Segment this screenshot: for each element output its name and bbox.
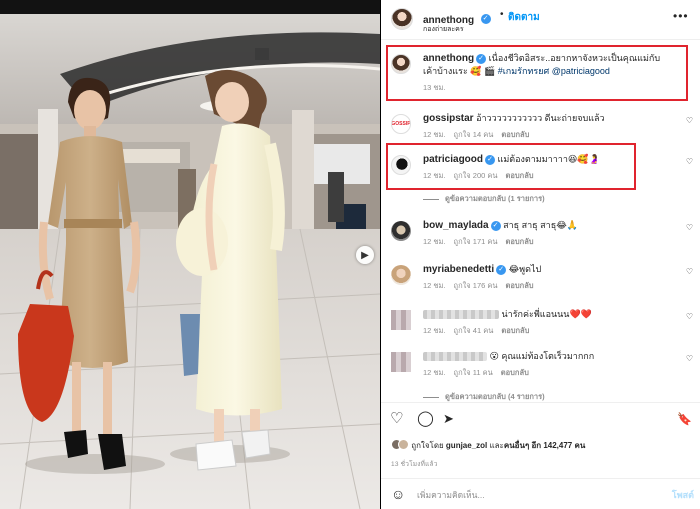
avatar[interactable]: GOSSIP bbox=[391, 114, 411, 134]
comment-text: สาธุ สาธุ สาธุ😂🙏 bbox=[500, 220, 578, 230]
liker-avatars[interactable] bbox=[391, 439, 409, 452]
separator-dot: • bbox=[500, 9, 504, 20]
add-comment-bar: ☺ โพสต์ bbox=[381, 478, 700, 509]
reply-button[interactable]: ตอบกลับ bbox=[506, 281, 534, 290]
post-comment-button[interactable]: โพสต์ bbox=[672, 488, 694, 502]
view-replies-button[interactable]: ดูข้อความตอบกลับ (1 รายการ) bbox=[423, 193, 545, 205]
like-comment-heart-icon[interactable]: ♡ bbox=[686, 157, 693, 166]
comment-username[interactable]: bow_maylada bbox=[423, 220, 489, 231]
like-comment-heart-icon[interactable]: ♡ bbox=[686, 223, 693, 232]
comment-username[interactable]: myriabenedetti bbox=[423, 264, 494, 275]
comment-time[interactable]: 12 ชม. bbox=[423, 368, 446, 377]
avatar-logo-text: GOSSIP bbox=[391, 121, 411, 127]
post-header: annethong ✓ • ติดตาม กองถ่ายละคร ••• bbox=[381, 0, 700, 40]
reply-button[interactable]: ตอบกลับ bbox=[506, 237, 534, 246]
avatar[interactable] bbox=[391, 8, 413, 30]
like-comment-heart-icon[interactable]: ♡ bbox=[686, 116, 693, 125]
verified-badge-icon: ✓ bbox=[496, 264, 507, 275]
avatar-blurred[interactable] bbox=[391, 310, 411, 330]
comments-list[interactable]: annethong ✓ เนื่องชีวิตอิสระ..อยากหาจังหว… bbox=[381, 40, 700, 402]
avatar-blurred[interactable] bbox=[391, 352, 411, 372]
other-likers-link[interactable]: คนอื่นๆ อีก 142,477 คน bbox=[504, 441, 585, 450]
avatar[interactable] bbox=[391, 265, 411, 285]
comment-likes[interactable]: ถูกใจ 176 คน bbox=[454, 281, 498, 290]
comment-text: น่ารักค่ะพี่แอนนน❤️❤️ bbox=[499, 309, 592, 319]
comment-time[interactable]: 12 ชม. bbox=[423, 130, 446, 139]
avatar[interactable] bbox=[391, 221, 411, 241]
post-actions: ♡ ◯ ➤ 🔖 ถูกใจโดย gunjae_zol และคนอื่นๆ อ… bbox=[381, 402, 700, 478]
emoji-icon[interactable]: ☺ bbox=[391, 486, 405, 502]
comment-time[interactable]: 12 ชม. bbox=[423, 326, 446, 335]
like-comment-heart-icon[interactable]: ♡ bbox=[686, 312, 693, 321]
comment-likes[interactable]: ถูกใจ 14 คน bbox=[454, 130, 494, 139]
more-options-icon[interactable]: ••• bbox=[673, 9, 689, 23]
verified-badge-icon: ✓ bbox=[480, 13, 491, 24]
comment-likes[interactable]: ถูกใจ 41 คน bbox=[454, 326, 494, 335]
comment-input[interactable] bbox=[417, 487, 657, 503]
like-comment-heart-icon[interactable]: ♡ bbox=[686, 267, 693, 276]
instagram-post-view: ▶ annethong ✓ • ติดตาม กองถ่ายละคร ••• a… bbox=[0, 0, 700, 509]
comment-username[interactable]: gossipstar bbox=[423, 113, 474, 124]
reply-button[interactable]: ตอบกลับ bbox=[501, 326, 529, 335]
comment-text: อ้าววววววววววว ดีนะถ่ายจบแล้ว bbox=[473, 113, 605, 123]
post-photo: ▶ bbox=[0, 0, 380, 509]
like-comment-heart-icon[interactable]: ♡ bbox=[686, 354, 693, 363]
follow-button[interactable]: ติดตาม bbox=[508, 10, 540, 25]
reply-button[interactable]: ตอบกลับ bbox=[501, 368, 529, 377]
carousel-next-button[interactable]: ▶ bbox=[356, 246, 374, 264]
comment-time[interactable]: 12 ชม. bbox=[423, 237, 446, 246]
comment-text: 😮 คุณแม่ท้องโตเร็วมากกก bbox=[487, 351, 595, 361]
share-send-icon[interactable]: ➤ bbox=[443, 411, 454, 427]
comment-likes[interactable]: ถูกใจ 11 คน bbox=[454, 368, 493, 377]
likes-middle: และ bbox=[487, 441, 504, 450]
post-details-panel: annethong ✓ • ติดตาม กองถ่ายละคร ••• ann… bbox=[381, 0, 700, 509]
save-bookmark-icon[interactable]: 🔖 bbox=[677, 411, 692, 427]
comment-time[interactable]: 12 ชม. bbox=[423, 281, 446, 290]
highlight-box-caption bbox=[386, 45, 688, 101]
blurred-username bbox=[423, 310, 499, 320]
like-heart-icon[interactable]: ♡ bbox=[390, 411, 403, 427]
first-liker-username[interactable]: gunjae_zol bbox=[446, 441, 487, 450]
post-timestamp[interactable]: 13 ชั่วโมงที่แล้ว bbox=[391, 459, 438, 469]
likes-summary: ถูกใจโดย gunjae_zol และคนอื่นๆ อีก 142,4… bbox=[391, 439, 585, 452]
likes-prefix: ถูกใจโดย bbox=[411, 441, 446, 450]
verified-badge-icon: ✓ bbox=[490, 220, 501, 231]
comment-text: 😂พูดไป bbox=[506, 264, 542, 274]
comment-likes[interactable]: ถูกใจ 171 คน bbox=[454, 237, 498, 246]
blurred-username bbox=[423, 352, 487, 362]
reply-button[interactable]: ตอบกลับ bbox=[501, 130, 529, 139]
comment-bubble-icon[interactable]: ◯ bbox=[417, 411, 434, 427]
chevron-right-icon: ▶ bbox=[361, 249, 369, 261]
highlight-box-comment bbox=[386, 143, 636, 190]
mall-photo-two-women bbox=[0, 14, 380, 509]
post-location[interactable]: กองถ่ายละคร bbox=[423, 24, 464, 35]
